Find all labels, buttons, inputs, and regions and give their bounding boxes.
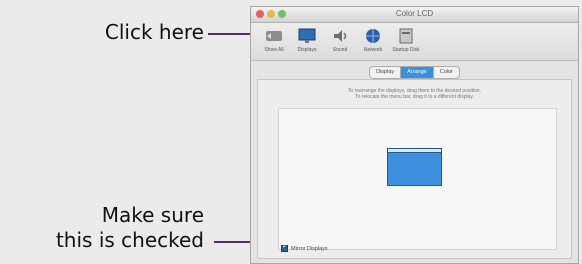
- tab-display[interactable]: Display: [369, 66, 401, 79]
- startup-disk-icon: [399, 28, 413, 44]
- toolbar-startup-disk[interactable]: Startup Disk: [391, 27, 421, 53]
- toolbar-show-all[interactable]: Show All: [259, 27, 289, 53]
- toolbar-label: Displays: [297, 47, 317, 53]
- arrange-pane: To rearrange the displays, drag them to …: [257, 79, 572, 259]
- mirror-displays-label: Mirror Displays: [291, 245, 328, 252]
- show-all-icon: [266, 31, 282, 41]
- displays-icon: [298, 28, 316, 43]
- preferences-toolbar: Show All Displays Sound Network Startup …: [251, 23, 578, 61]
- mirror-displays-checkbox[interactable]: ✓: [281, 243, 288, 252]
- network-icon: [366, 29, 380, 43]
- click-here-callout: Click here: [104, 20, 204, 44]
- sound-icon: [334, 30, 347, 42]
- tab-arrange[interactable]: Arrange: [400, 66, 433, 79]
- instruction-line-2: To relocate the menu bar, drag it to a d…: [355, 94, 474, 100]
- mirror-displays-option: ✓ Mirror Displays: [281, 243, 328, 252]
- display-arrangement-area: [278, 108, 557, 250]
- arrange-instructions: To rearrange the displays, drag them to …: [258, 88, 571, 100]
- toolbar-sound[interactable]: Sound: [325, 27, 355, 53]
- toolbar-label: Sound: [332, 47, 348, 53]
- system-preferences-window: Color LCD Show All Displays Sound Networ…: [250, 6, 579, 264]
- toolbar-network[interactable]: Network: [358, 27, 388, 53]
- display-thumbnail[interactable]: [387, 148, 442, 186]
- make-sure-checked-callout: Make sure this is checked: [55, 203, 204, 252]
- check-mark-icon: ✓: [282, 243, 288, 250]
- toolbar-label: Show All: [264, 47, 284, 53]
- toolbar-displays[interactable]: Displays: [292, 27, 322, 53]
- tab-color[interactable]: Color: [432, 66, 460, 79]
- menu-bar-indicator[interactable]: [388, 149, 441, 153]
- toolbar-label: Startup Disk: [392, 47, 420, 53]
- display-tabs: Display Arrange Color: [251, 66, 578, 79]
- window-title: Color LCD: [395, 9, 434, 18]
- window-titlebar[interactable]: Color LCD: [251, 7, 578, 23]
- toolbar-label: Network: [363, 47, 383, 53]
